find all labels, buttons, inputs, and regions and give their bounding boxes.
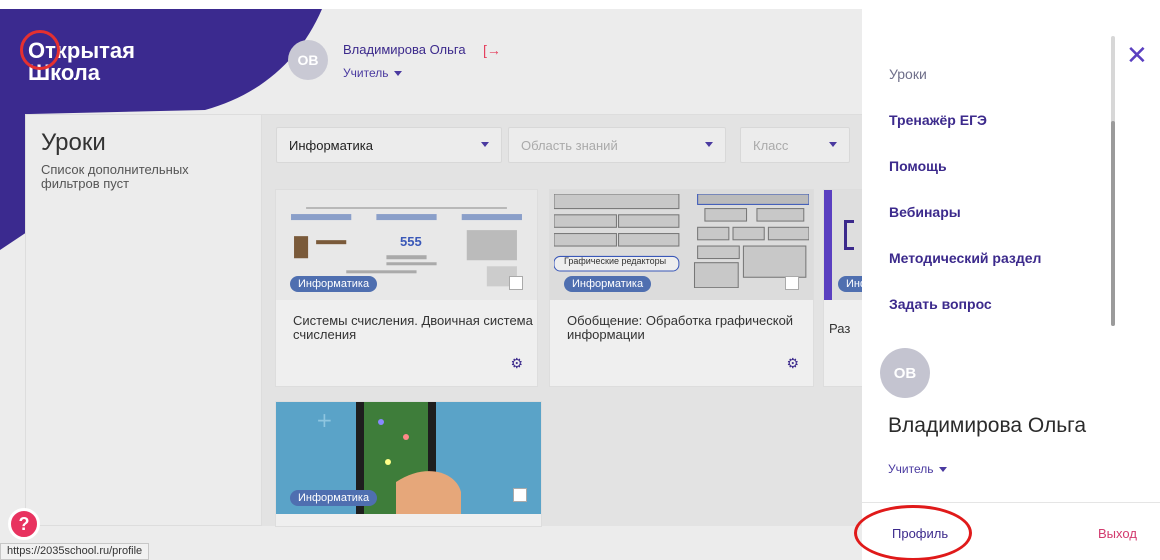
lesson-card[interactable]: 555 Информатика Системы счисления. Двоич… [275,189,538,387]
select-checkbox[interactable] [785,276,799,290]
lesson-title[interactable]: Системы счисления. Двоичная система счис… [293,314,533,342]
chevron-down-icon [705,142,713,147]
close-icon[interactable]: ✕ [1126,42,1148,68]
logout-link[interactable]: Выход [1098,526,1137,541]
help-button[interactable]: ? [8,508,40,540]
menu-item-methodology[interactable]: Методический раздел [889,250,1041,266]
lesson-title[interactable]: Раз [829,322,862,336]
user-name[interactable]: Владимирова Ольга [343,42,466,57]
sidebar-empty-text: Список дополнительных фильтров пуст [41,162,189,191]
user-role-dropdown[interactable]: Учитель [343,66,403,80]
menu-item-ask-question[interactable]: Задать вопрос [889,296,992,312]
scrollbar-thumb[interactable] [1111,121,1115,326]
lesson-card[interactable]: Графические редакторы Информатика Обобще… [549,189,814,387]
menu-item-webinars[interactable]: Вебинары [889,204,961,220]
select-checkbox[interactable] [513,488,527,502]
logo-highlight-ring [20,30,60,70]
graphics-mindmap-illustration [554,194,809,288]
lessons-panel: Информатика Область знаний Класс 555 Инф… [262,114,862,527]
avatar[interactable]: ОВ [880,348,930,398]
page-title: Уроки [41,129,106,156]
app-backdrop: Открытая Школа ОВ Владимирова Ольга [→ У… [0,0,862,560]
chevron-down-icon [829,142,837,147]
lesson-title[interactable]: Обобщение: Обработка графической информа… [567,314,807,342]
lesson-thumbnail: Информатика [824,190,862,300]
gear-icon[interactable]: ⚙ [510,355,523,372]
svg-text:+: + [316,408,333,432]
area-select[interactable]: Область знаний [508,127,726,163]
class-select-placeholder: Класс [753,137,789,153]
lesson-card[interactable]: + Информатика [275,401,542,527]
profile-link[interactable]: Профиль [892,526,948,541]
chevron-down-icon [394,71,403,77]
logo[interactable]: Открытая Школа [20,30,135,84]
class-select[interactable]: Класс [740,127,850,163]
menu-item-lessons[interactable]: Уроки [889,66,927,82]
status-bar-url: https://2035school.ru/profile [0,543,150,560]
subject-select-value: Информатика [289,137,373,153]
menu-item-ege-trainer[interactable]: Тренажёр ЕГЭ [889,112,987,128]
thumb-number: 555 [400,234,422,249]
select-checkbox[interactable] [509,276,523,290]
drawer-role-label: Учитель [888,462,934,476]
subject-select[interactable]: Информатика [276,127,502,163]
lesson-thumbnail: 555 Информатика [276,190,537,300]
thumb-accent-bar [824,190,832,300]
lesson-thumbnail: + Информатика [276,402,541,514]
gear-icon[interactable]: ⚙ [786,355,799,372]
subject-badge: Информатика [290,490,378,506]
avatar[interactable]: ОВ [288,40,328,80]
user-role-label: Учитель [343,66,389,80]
lesson-card[interactable]: Информатика Раз ⚙ [823,189,862,387]
drawer-scrollbar[interactable] [1111,36,1115,326]
logout-icon[interactable]: [→ [483,42,501,58]
navigation-drawer: ✕ Уроки Тренажёр ЕГЭ Помощь Вебинары Мет… [854,0,1160,560]
subject-badge: Информатика [838,276,862,292]
divider [862,502,1160,503]
lesson-thumbnail: Графические редакторы Информатика [550,190,813,300]
subject-badge: Информатика [564,276,652,292]
thumb-label: Графические редакторы [564,256,667,266]
subject-badge: Информатика [290,276,378,292]
filters-sidebar: Уроки Список дополнительных фильтров пус… [25,114,262,526]
chevron-down-icon [481,142,489,147]
drawer-user-name: Владимирова Ольга [888,414,1087,437]
drawer-role-dropdown[interactable]: Учитель [888,462,948,476]
menu-item-help[interactable]: Помощь [889,158,947,174]
area-select-placeholder: Область знаний [521,137,618,153]
thumb-figure-icon [844,220,854,250]
chevron-down-icon [939,467,948,473]
